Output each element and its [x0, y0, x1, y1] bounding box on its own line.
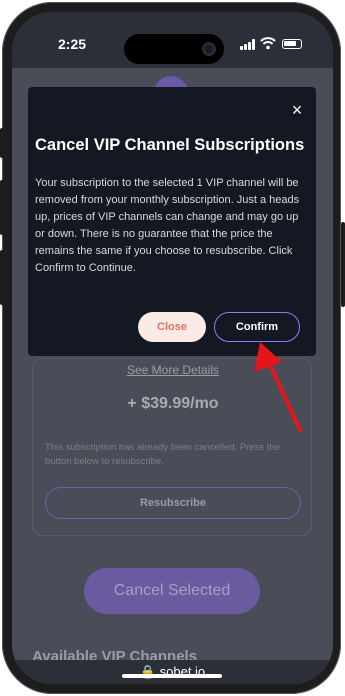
close-icon[interactable]: × [286, 99, 308, 121]
home-indicator[interactable] [122, 674, 222, 678]
dynamic-island [124, 34, 224, 64]
volume-up-button [0, 180, 4, 235]
modal-title: Cancel VIP Channel Subscriptions [35, 136, 305, 154]
battery-icon [282, 39, 302, 49]
resubscribe-button[interactable]: Resubscribe [45, 487, 301, 519]
cancel-subscription-modal: × Cancel VIP Channel Subscriptions Your … [28, 87, 316, 356]
mute-switch [0, 128, 4, 158]
cancelled-note: This subscription has already been cance… [45, 442, 280, 467]
status-time: 2:25 [58, 36, 87, 52]
modal-body: Your subscription to the selected 1 VIP … [35, 177, 300, 274]
signal-icon [240, 39, 256, 50]
volume-down-button [0, 250, 4, 305]
camera-icon [202, 42, 216, 56]
power-button [341, 222, 345, 307]
browser-url-bar[interactable]: 🔒 sobet.io [12, 660, 333, 684]
confirm-button[interactable]: Confirm [214, 312, 300, 342]
arrow-annotation-icon [254, 342, 302, 432]
wifi-icon [260, 37, 276, 50]
close-button[interactable]: Close [138, 312, 206, 342]
cancel-selected-button[interactable]: Cancel Selected [84, 568, 260, 614]
status-bar: 2:25 [12, 12, 333, 68]
